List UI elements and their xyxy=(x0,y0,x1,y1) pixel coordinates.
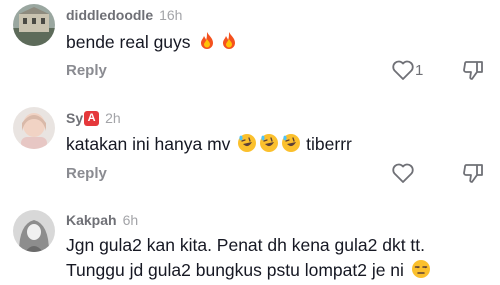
comment-meta: Sy A 2h xyxy=(66,110,121,126)
username[interactable]: Kakpah xyxy=(66,212,117,228)
comment-text-line-1: Jgn gula2 kan kita. Penat dh kena gula2 … xyxy=(66,235,425,255)
timestamp: 16h xyxy=(159,7,183,23)
username[interactable]: Sy xyxy=(66,110,83,126)
avatar[interactable] xyxy=(13,107,55,149)
thumbs-down-outline-icon xyxy=(461,161,485,185)
rolling-on-floor-laughing-emoji xyxy=(237,133,257,153)
reply-button[interactable]: Reply xyxy=(66,62,107,79)
rolling-on-floor-laughing-emoji xyxy=(259,133,279,153)
comment-text: katakan ini hanya mv tiberrr xyxy=(66,132,352,156)
comment-text: bende real guys xyxy=(66,30,239,54)
like-button[interactable]: 1 xyxy=(391,59,423,81)
comment-meta: Kakpah 6h xyxy=(66,212,138,228)
fire-emoji xyxy=(219,31,239,51)
timestamp: 6h xyxy=(122,212,139,228)
rolling-on-floor-laughing-emoji xyxy=(281,133,301,153)
thumbs-down-outline-icon xyxy=(461,58,485,82)
comment-text-content: katakan ini hanya mv xyxy=(66,134,231,154)
avatar[interactable] xyxy=(13,210,55,252)
like-button[interactable] xyxy=(391,162,415,184)
comment-text-line-2: Tunggu jd gula2 bungkus pstu lompat2 je … xyxy=(66,258,431,282)
dislike-button[interactable] xyxy=(461,58,485,82)
username-badge: A xyxy=(84,110,100,126)
avatar[interactable] xyxy=(13,4,55,46)
comment-text-content: Tunggu jd gula2 bungkus pstu lompat2 je … xyxy=(66,260,404,280)
fire-emoji xyxy=(197,31,217,51)
comment-meta: diddledoodle 16h xyxy=(66,7,182,23)
username[interactable]: diddledoodle xyxy=(66,7,153,23)
heart-outline-icon xyxy=(391,59,415,81)
like-count: 1 xyxy=(415,61,424,79)
heart-outline-icon xyxy=(391,162,415,184)
dislike-button[interactable] xyxy=(461,161,485,185)
timestamp: 2h xyxy=(105,110,121,126)
unamused-face-emoji xyxy=(411,259,431,279)
comment-text-content: bende real guys xyxy=(66,32,191,52)
comment-text-suffix: tiberrr xyxy=(306,134,352,154)
reply-button[interactable]: Reply xyxy=(66,165,107,182)
